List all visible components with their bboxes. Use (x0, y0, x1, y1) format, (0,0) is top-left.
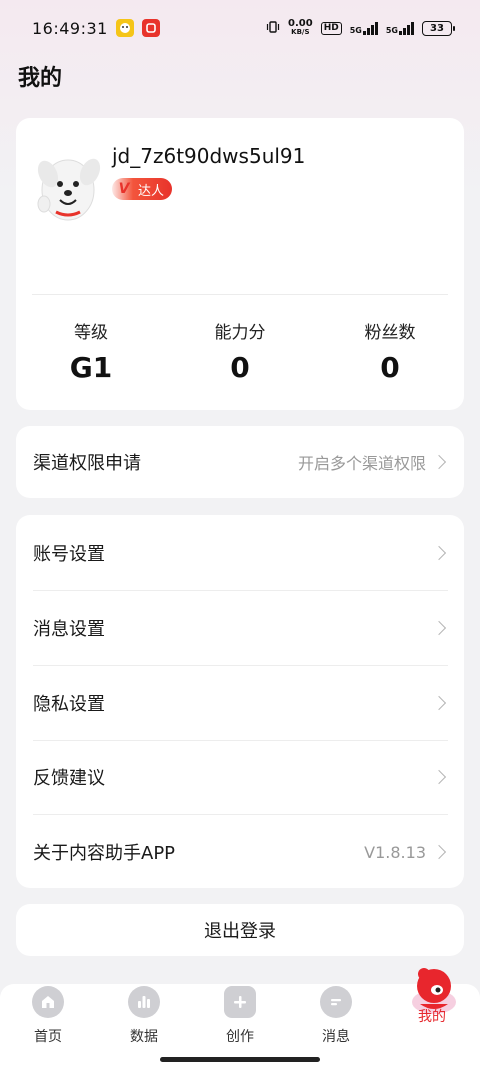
stat-followers[interactable]: 粉丝数 0 (310, 318, 470, 384)
stat-label: 等级 (74, 323, 108, 343)
logout-button[interactable]: 退出登录 (16, 904, 464, 956)
status-bar: 16:49:31 0.00 KB/S HD 5G 5G 33 (0, 0, 480, 56)
net-speed-value: 0.00 (288, 18, 313, 29)
feedback-row[interactable]: 反馈建议 (16, 740, 464, 814)
battery-level: 33 (430, 22, 444, 34)
row-label: 消息设置 (33, 619, 105, 640)
tab-messages[interactable]: 消息 (288, 984, 384, 1054)
hd-indicator: HD (320, 21, 342, 35)
row-label: 账号设置 (33, 544, 105, 565)
username: jd_7z6t90dws5ul91 (112, 144, 306, 168)
status-time: 16:49:31 (32, 18, 108, 38)
avatar[interactable] (32, 138, 104, 228)
badge-label: 达人 (138, 183, 165, 199)
row-label: 关于内容助手APP (33, 843, 176, 864)
tab-label: 创作 (226, 1029, 254, 1045)
signal-icon: 5G (350, 21, 378, 35)
tab-label: 消息 (322, 1029, 350, 1045)
stat-label: 能力分 (214, 323, 266, 343)
notification-app-icon-2 (141, 19, 160, 37)
signal-label: 5G (349, 26, 362, 35)
app-version: V1.8.13 (364, 842, 426, 862)
chevron-right-icon (431, 695, 447, 711)
row-label: 反馈建议 (33, 768, 105, 789)
row-label: 渠道权限申请 (33, 453, 141, 474)
message-settings-row[interactable]: 消息设置 (16, 591, 464, 665)
battery-icon: 33 (422, 20, 455, 36)
signal-label-2: 5G (385, 26, 398, 35)
tab-home[interactable]: 首页 (0, 984, 96, 1054)
chevron-right-icon (431, 545, 447, 561)
page-title: 我的 (18, 66, 63, 91)
privacy-settings-row[interactable]: 隐私设置 (16, 666, 464, 740)
account-settings-row[interactable]: 账号设置 (16, 516, 464, 590)
notification-app-icon (115, 19, 134, 37)
data-icon (128, 986, 160, 1018)
about-app-row[interactable]: 关于内容助手APP V1.8.13 (16, 815, 464, 889)
stat-level[interactable]: 等级 G1 (11, 318, 171, 384)
row-label: 隐私设置 (33, 694, 105, 715)
chevron-right-icon (431, 454, 447, 470)
home-icon (32, 986, 64, 1018)
row-hint: 开启多个渠道权限 (297, 454, 426, 473)
stat-value: 0 (230, 351, 250, 384)
tab-label: 数据 (130, 1029, 158, 1045)
chevron-right-icon (431, 620, 447, 636)
chevron-right-icon (431, 769, 447, 785)
stat-label: 粉丝数 (364, 323, 416, 343)
tab-data[interactable]: 数据 (96, 984, 192, 1054)
chevron-right-icon (431, 844, 447, 860)
home-indicator[interactable] (160, 1057, 320, 1062)
tab-create[interactable]: 创作 (192, 984, 288, 1054)
tab-mine[interactable]: 我的 (384, 968, 480, 1054)
stat-ability-score[interactable]: 能力分 0 (160, 318, 320, 384)
message-icon (320, 986, 352, 1018)
tab-label: 首页 (34, 1029, 62, 1045)
net-speed-unit: KB/S (291, 28, 310, 36)
stat-value: G1 (69, 351, 113, 384)
vibrate-icon (266, 20, 280, 37)
channel-permission-row[interactable]: 渠道权限申请 开启多个渠道权限 (16, 425, 464, 499)
badge-v-icon: V (118, 181, 130, 197)
net-speed: 0.00 KB/S (288, 19, 313, 37)
tab-label: 我的 (418, 1009, 446, 1025)
profile-divider (32, 294, 448, 295)
stat-value: 0 (380, 351, 400, 384)
create-icon (224, 986, 256, 1018)
expert-badge: V 达人 (112, 178, 173, 200)
signal-icon-2: 5G (386, 21, 414, 35)
